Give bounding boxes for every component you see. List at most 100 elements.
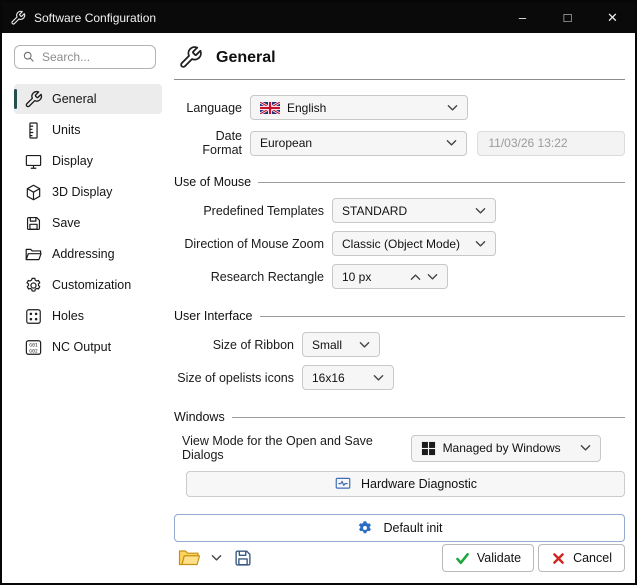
sidebar-item-3d-display[interactable]: 3D Display — [14, 177, 162, 207]
sidebar-item-label: Addressing — [52, 247, 115, 261]
research-rectangle-spinner[interactable]: 10 px — [332, 264, 448, 289]
nc-output-icon — [24, 338, 43, 357]
cancel-button[interactable]: Cancel — [538, 544, 625, 572]
titlebar: Software Configuration – □ ✕ — [2, 2, 635, 33]
monitor-icon — [24, 152, 43, 171]
group-title: Use of Mouse — [174, 175, 251, 189]
sidebar-item-addressing[interactable]: Addressing — [14, 239, 162, 269]
search-input[interactable] — [14, 45, 156, 69]
windows-logo-icon — [421, 441, 436, 456]
uk-flag-icon — [260, 102, 280, 114]
chevron-down-icon — [475, 240, 486, 248]
date-format-select[interactable]: European — [250, 131, 467, 156]
validate-label: Validate — [477, 551, 521, 565]
research-rectangle-value: 10 px — [342, 270, 371, 284]
tools-icon — [178, 45, 203, 70]
opelists-icon-size-value: 16x16 — [312, 371, 345, 385]
sidebar-item-label: Display — [52, 154, 93, 168]
sidebar-item-units[interactable]: Units — [14, 115, 162, 145]
sidebar-item-label: General — [52, 92, 96, 106]
chevron-down-icon — [580, 444, 591, 452]
save-file-button[interactable] — [229, 543, 257, 573]
gear-icon — [24, 276, 43, 295]
sidebar-nav: General Units Display 3D Display Save — [14, 84, 162, 362]
chevron-down-icon — [373, 374, 384, 382]
app-tools-icon — [2, 10, 34, 26]
search-box — [14, 45, 156, 69]
group-title: User Interface — [174, 309, 253, 323]
validate-button[interactable]: Validate — [442, 544, 534, 572]
default-init-label: Default init — [383, 521, 442, 535]
folder-icon — [24, 245, 43, 264]
sidebar: General Units Display 3D Display Save — [2, 33, 166, 583]
open-file-dropdown-button[interactable] — [208, 543, 225, 573]
group-windows: Windows — [174, 410, 625, 424]
software-configuration-window: Software Configuration – □ ✕ General Uni… — [0, 0, 637, 585]
opelists-icon-size-label: Size of opelists icons — [174, 371, 302, 385]
opelists-icon-size-row: Size of opelists icons 16x16 — [174, 365, 625, 390]
chevron-down-icon — [475, 207, 486, 215]
tools-icon — [24, 90, 43, 109]
sidebar-item-general[interactable]: General — [14, 84, 162, 114]
opelists-icon-size-select[interactable]: 16x16 — [302, 365, 394, 390]
mouse-zoom-label: Direction of Mouse Zoom — [174, 237, 332, 251]
hardware-diagnostic-button[interactable]: Hardware Diagnostic — [186, 471, 625, 497]
holes-icon — [24, 307, 43, 326]
view-mode-value: Managed by Windows — [443, 441, 561, 455]
sidebar-item-label: NC Output — [52, 340, 111, 354]
cancel-label: Cancel — [573, 551, 612, 565]
sidebar-item-nc-output[interactable]: NC Output — [14, 332, 162, 362]
date-format-label: Date Format — [174, 129, 250, 157]
hardware-monitor-icon — [334, 475, 352, 493]
sidebar-item-holes[interactable]: Holes — [14, 301, 162, 331]
chevron-down-icon[interactable] — [427, 273, 438, 281]
date-format-row: Date Format European 11/03/26 13:22 — [174, 129, 625, 157]
date-preview: 11/03/26 13:22 — [477, 131, 625, 156]
sidebar-item-save[interactable]: Save — [14, 208, 162, 238]
language-value: English — [287, 101, 326, 115]
minimize-button[interactable]: – — [500, 2, 545, 33]
language-row: Language English — [174, 95, 625, 120]
chevron-down-icon — [211, 554, 222, 562]
chevron-down-icon — [446, 139, 457, 147]
floppy-icon — [232, 547, 254, 569]
mouse-zoom-select[interactable]: Classic (Object Mode) — [332, 231, 496, 256]
group-use-of-mouse: Use of Mouse — [174, 175, 625, 189]
sidebar-item-customization[interactable]: Customization — [14, 270, 162, 300]
sidebar-item-display[interactable]: Display — [14, 146, 162, 176]
default-init-button[interactable]: Default init — [174, 514, 625, 542]
view-mode-row: View Mode for the Open and Save Dialogs … — [174, 434, 625, 462]
language-select[interactable]: English — [250, 95, 468, 120]
predefined-templates-select[interactable]: STANDARD — [332, 198, 496, 223]
sidebar-item-label: 3D Display — [52, 185, 112, 199]
mouse-zoom-value: Classic (Object Mode) — [342, 237, 460, 251]
view-mode-select[interactable]: Managed by Windows — [411, 435, 601, 462]
ribbon-size-row: Size of Ribbon Small — [174, 332, 625, 357]
x-icon — [551, 551, 566, 566]
close-button[interactable]: ✕ — [590, 2, 635, 33]
search-icon — [22, 50, 35, 63]
open-file-button[interactable] — [174, 543, 204, 573]
main-panel: General Language English Date Format Eur… — [166, 33, 635, 583]
ruler-icon — [24, 121, 43, 140]
sidebar-item-label: Save — [52, 216, 81, 230]
predefined-templates-label: Predefined Templates — [174, 204, 332, 218]
ribbon-size-value: Small — [312, 338, 342, 352]
predefined-templates-row: Predefined Templates STANDARD — [174, 198, 625, 223]
chevron-down-icon — [447, 104, 458, 112]
group-user-interface: User Interface — [174, 309, 625, 323]
chevron-up-icon[interactable] — [410, 273, 421, 281]
sidebar-item-label: Customization — [52, 278, 131, 292]
view-mode-label: View Mode for the Open and Save Dialogs — [182, 434, 411, 462]
chevron-down-icon — [359, 341, 370, 349]
ribbon-size-select[interactable]: Small — [302, 332, 380, 357]
hardware-diagnostic-label: Hardware Diagnostic — [361, 477, 477, 491]
page-title: General — [216, 49, 276, 67]
open-folder-icon — [177, 546, 201, 570]
maximize-button[interactable]: □ — [545, 2, 590, 33]
window-controls: – □ ✕ — [500, 2, 635, 33]
mouse-zoom-row: Direction of Mouse Zoom Classic (Object … — [174, 231, 625, 256]
cube-icon — [24, 183, 43, 202]
sidebar-item-label: Holes — [52, 309, 84, 323]
ribbon-size-label: Size of Ribbon — [174, 338, 302, 352]
